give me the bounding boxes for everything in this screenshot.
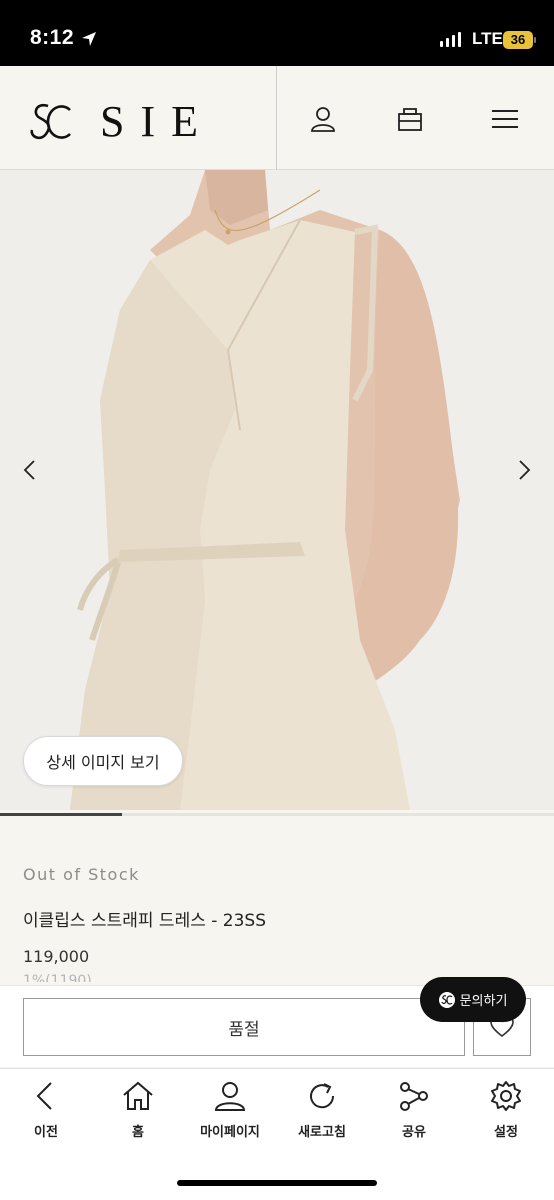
location-arrow-icon (82, 32, 96, 46)
logo-mark-icon (30, 103, 71, 140)
inquiry-button[interactable]: 문의하기 (420, 977, 526, 1022)
carousel-progress-fill (0, 813, 122, 816)
battery-icon: 36 (503, 31, 533, 49)
nav-item-back[interactable]: 이전 (0, 1079, 92, 1140)
network-type: LTE (472, 29, 503, 48)
cart-icon[interactable] (395, 104, 425, 134)
nav-label-refresh: 새로고침 (298, 1125, 346, 1140)
header-divider (276, 66, 277, 170)
menu-icon[interactable] (490, 104, 520, 134)
inquiry-logo-icon (438, 991, 455, 1008)
status-bar: 8:12 LTE 36 (0, 0, 554, 66)
product-photo (0, 170, 554, 810)
home-icon (123, 1081, 153, 1110)
product-info: Out of Stock 이클립스 스트래피 드레스 - 23SS 119,00… (23, 865, 533, 982)
next-image-arrow-icon[interactable] (512, 458, 536, 482)
stock-status: Out of Stock (23, 865, 140, 884)
home-indicator (177, 1180, 377, 1186)
nav-label-settings: 설정 (494, 1125, 518, 1140)
status-time: 8:12 (30, 26, 75, 49)
settings-icon (491, 1081, 521, 1111)
user-icon (214, 1082, 246, 1111)
inquiry-label: 문의하기 (459, 994, 508, 1009)
product-image-carousel[interactable]: 상세 이미지 보기 (0, 170, 554, 810)
nav-item-home[interactable]: 홈 (92, 1079, 184, 1140)
site-header: SIE (0, 66, 554, 170)
nav-item-share[interactable]: 공유 (368, 1079, 460, 1140)
view-detail-images-button[interactable]: 상세 이미지 보기 (23, 736, 183, 786)
nav-label-back: 이전 (34, 1125, 58, 1140)
prev-image-arrow-icon[interactable] (18, 458, 42, 482)
logo-text: SIE (100, 97, 214, 146)
brand-logo[interactable]: SIE (28, 100, 214, 144)
signal-icon (440, 32, 461, 47)
battery-tip (534, 37, 536, 43)
nav-item-settings[interactable]: 설정 (460, 1079, 552, 1140)
product-price: 119,000 (23, 947, 90, 966)
user-icon[interactable] (308, 104, 338, 134)
carousel-progress-bar (0, 813, 554, 816)
product-name: 이클립스 스트래피 드레스 - 23SS (23, 911, 267, 931)
nav-label-home: 홈 (132, 1125, 144, 1140)
nav-label-mypage: 마이페이지 (200, 1125, 260, 1140)
share-icon (400, 1082, 428, 1111)
back-icon (36, 1082, 52, 1110)
refresh-icon (310, 1083, 335, 1109)
nav-item-refresh[interactable]: 새로고침 (276, 1079, 368, 1140)
soldout-button[interactable]: 품절 (23, 998, 465, 1056)
nav-label-share: 공유 (402, 1125, 426, 1140)
nav-item-mypage[interactable]: 마이페이지 (184, 1079, 276, 1140)
